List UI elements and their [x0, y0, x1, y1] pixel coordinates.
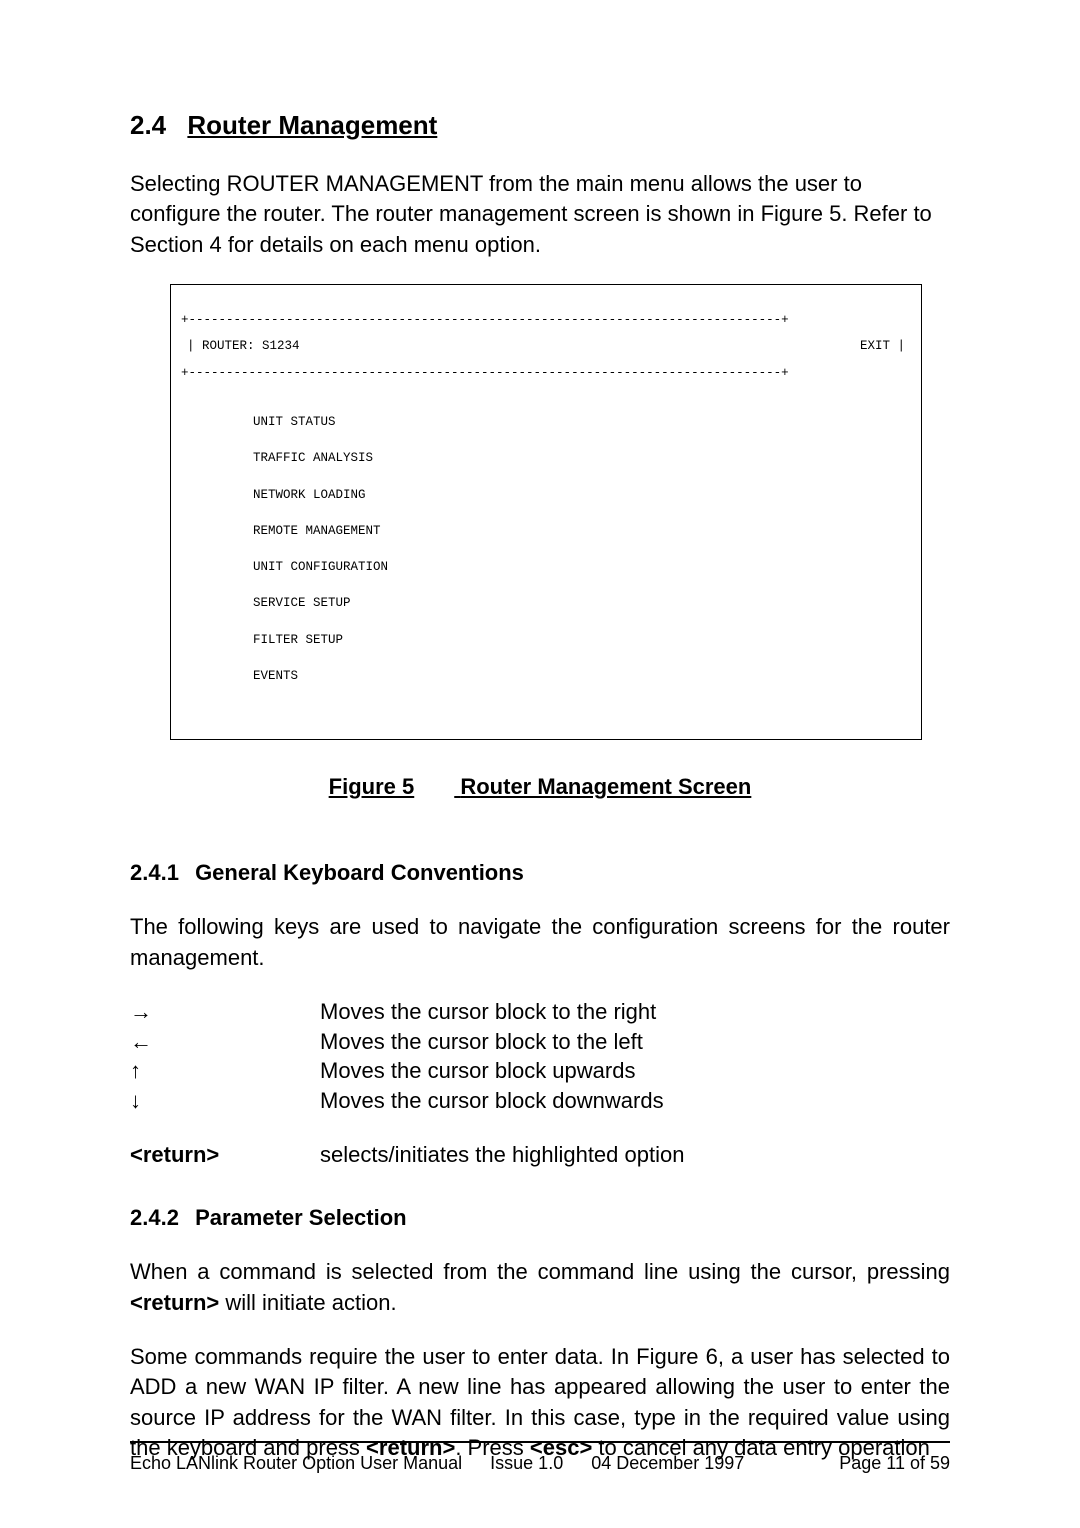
- subsection-intro: The following keys are used to navigate …: [130, 912, 950, 973]
- key-row: <return> selects/initiates the highlight…: [130, 1140, 950, 1170]
- text-run: When a command is selected from the comm…: [130, 1259, 950, 1284]
- figure-caption: Figure 5 Router Management Screen: [130, 774, 950, 800]
- arrow-right-icon: →: [130, 997, 320, 1027]
- footer-line: Echo LANlink Router Option User Manual I…: [130, 1453, 950, 1474]
- key-description: Moves the cursor block upwards: [320, 1056, 950, 1086]
- footer-date: 04 December 1997: [591, 1453, 744, 1474]
- subsection-number: 2.4.2: [130, 1205, 179, 1231]
- arrow-down-icon: ↓: [130, 1086, 320, 1116]
- key-row: → Moves the cursor block to the right: [130, 997, 950, 1027]
- key-row: ↑ Moves the cursor block upwards: [130, 1056, 950, 1086]
- key-description: Moves the cursor block downwards: [320, 1086, 950, 1116]
- terminal-header-right: EXIT |: [860, 340, 905, 353]
- terminal-menu-item: NETWORK LOADING: [253, 489, 911, 502]
- footer-issue: Issue 1.0: [490, 1453, 563, 1474]
- footer-rule: [130, 1441, 950, 1443]
- terminal-menu-item: EVENTS: [253, 670, 911, 683]
- key-row: ↓ Moves the cursor block downwards: [130, 1086, 950, 1116]
- subsection-title: General Keyboard Conventions: [195, 860, 524, 885]
- arrow-left-icon: ←: [130, 1027, 320, 1057]
- section-number: 2.4: [130, 110, 166, 141]
- terminal-screen: +---------------------------------------…: [170, 284, 922, 740]
- key-row: ← Moves the cursor block to the left: [130, 1027, 950, 1057]
- key-conventions-table: → Moves the cursor block to the right ← …: [130, 997, 950, 1169]
- subsection-heading: 2.4.2 Parameter Selection: [130, 1205, 950, 1231]
- terminal-menu-item: REMOTE MANAGEMENT: [253, 525, 911, 538]
- terminal-menu-item: UNIT STATUS: [253, 416, 911, 429]
- terminal-header-left: | ROUTER: S1234: [187, 340, 300, 353]
- terminal-menu-item: UNIT CONFIGURATION: [253, 561, 911, 574]
- text-run: will initiate action.: [219, 1290, 396, 1315]
- subsection-number: 2.4.1: [130, 860, 179, 886]
- key-description: Moves the cursor block to the right: [320, 997, 950, 1027]
- footer-page: Page 11 of 59: [839, 1453, 950, 1474]
- section-heading: 2.4 Router Management: [130, 110, 950, 141]
- return-key-inline: <return>: [130, 1290, 219, 1315]
- section-title: Router Management: [187, 110, 437, 140]
- terminal-menu-item: SERVICE SETUP: [253, 597, 911, 610]
- figure-label: Figure 5: [329, 774, 415, 799]
- subsection-title: Parameter Selection: [195, 1205, 407, 1230]
- terminal-header: | ROUTER: S1234 EXIT |: [181, 340, 911, 353]
- terminal-border-top: +---------------------------------------…: [181, 314, 911, 327]
- figure-title: Router Management Screen: [460, 774, 751, 799]
- terminal-border-mid: +---------------------------------------…: [181, 367, 911, 380]
- section-intro: Selecting ROUTER MANAGEMENT from the mai…: [130, 169, 950, 260]
- arrow-up-icon: ↑: [130, 1056, 320, 1086]
- footer-title: Echo LANlink Router Option User Manual: [130, 1453, 462, 1474]
- paragraph: When a command is selected from the comm…: [130, 1257, 950, 1318]
- subsection-heading: 2.4.1 General Keyboard Conventions: [130, 860, 950, 886]
- terminal-menu-item: TRAFFIC ANALYSIS: [253, 452, 911, 465]
- terminal-menu: UNIT STATUS TRAFFIC ANALYSIS NETWORK LOA…: [181, 393, 911, 696]
- page-footer: Echo LANlink Router Option User Manual I…: [130, 1441, 950, 1474]
- return-key-label: <return>: [130, 1140, 320, 1170]
- terminal-menu-item: FILTER SETUP: [253, 634, 911, 647]
- key-description: selects/initiates the highlighted option: [320, 1140, 950, 1170]
- key-description: Moves the cursor block to the left: [320, 1027, 950, 1057]
